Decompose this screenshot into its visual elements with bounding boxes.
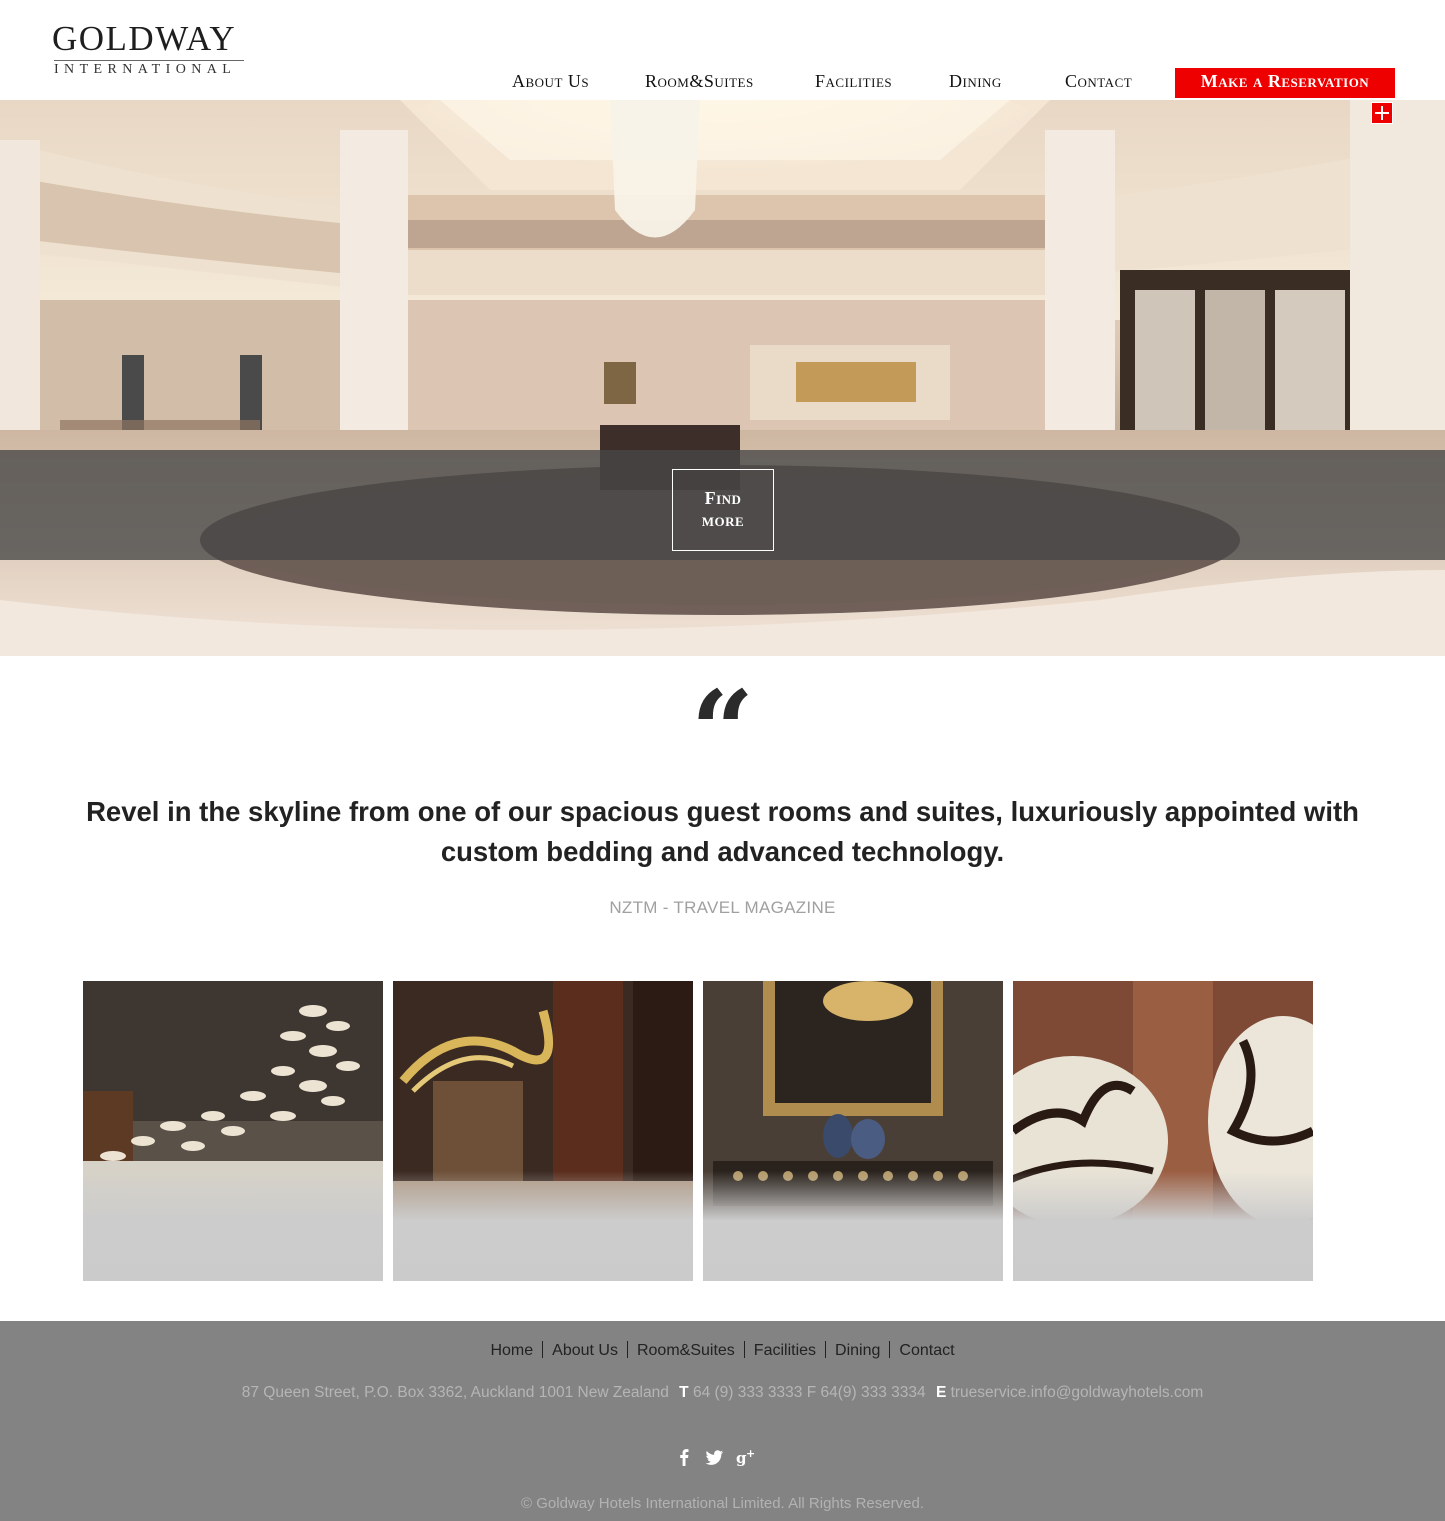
nav-rooms-suites[interactable]: Room&Suites bbox=[645, 68, 754, 98]
footer-link-rooms-suites[interactable]: Room&Suites bbox=[637, 1342, 735, 1359]
gallery-item-mirror-vases[interactable] bbox=[703, 981, 1003, 1281]
footer-link-about-us[interactable]: About Us bbox=[552, 1342, 618, 1359]
footer-divider bbox=[889, 1341, 891, 1358]
nav-about-us[interactable]: About Us bbox=[512, 68, 589, 98]
footer-divider bbox=[743, 1341, 745, 1358]
expand-plus-icon[interactable] bbox=[1371, 102, 1393, 124]
footer-nav: Home About Us Room&Suites Facilities Dining C… bbox=[0, 1341, 1445, 1360]
make-reservation-button[interactable]: Make a Reservation bbox=[1175, 68, 1395, 98]
footer-phone: 64 (9) 333 3333 F 64(9) 333 3334 bbox=[692, 1384, 926, 1401]
logo-divider bbox=[54, 60, 244, 61]
site-footer: Home About Us Room&Suites Facilities Dining C… bbox=[0, 1321, 1445, 1521]
svg-text:+: + bbox=[746, 1447, 755, 1460]
phone-label: T bbox=[679, 1384, 689, 1401]
copyright-text: © Goldway Hotels International Limited. … bbox=[521, 1495, 924, 1512]
footer-divider bbox=[825, 1341, 827, 1358]
footer-contact-line: 87 Queen Street, P.O. Box 3362, Auckland… bbox=[0, 1384, 1445, 1402]
footer-link-facilities[interactable]: Facilities bbox=[754, 1342, 816, 1359]
footer-divider bbox=[542, 1341, 544, 1358]
find-more-button[interactable]: Find more bbox=[672, 469, 774, 551]
email-label: E bbox=[935, 1384, 947, 1401]
testimonial-source: NZTM - TRAVEL MAGAZINE bbox=[609, 898, 836, 917]
footer-link-home[interactable]: Home bbox=[490, 1342, 533, 1359]
gallery-item-lobby-chandelier[interactable] bbox=[83, 981, 383, 1281]
hero-banner: Find more bbox=[0, 100, 1445, 656]
gallery-fade bbox=[393, 1171, 693, 1281]
gallery-item-egg-sculptures[interactable] bbox=[1013, 981, 1313, 1281]
lobby-photo bbox=[0, 100, 1445, 656]
nav-contact[interactable]: Contact bbox=[1065, 68, 1132, 98]
quote-icon: “ bbox=[690, 666, 755, 795]
footer-link-dining[interactable]: Dining bbox=[835, 1342, 880, 1359]
nav-facilities[interactable]: Facilities bbox=[815, 68, 892, 98]
gallery-fade bbox=[83, 1171, 383, 1281]
gallery-fade bbox=[1013, 1171, 1313, 1281]
testimonial-quote: Revel in the skyline from one of our spa… bbox=[86, 796, 1359, 867]
gallery-item-golden-sculpture[interactable] bbox=[393, 981, 693, 1281]
twitter-icon[interactable] bbox=[703, 1446, 725, 1468]
footer-divider bbox=[626, 1341, 628, 1358]
facebook-icon[interactable] bbox=[673, 1446, 695, 1468]
google-plus-icon[interactable]: g + bbox=[735, 1446, 757, 1468]
gallery-fade bbox=[703, 1171, 1003, 1281]
nav-dining[interactable]: Dining bbox=[949, 68, 1002, 98]
find-more-line1: Find bbox=[704, 488, 742, 508]
footer-link-contact[interactable]: Contact bbox=[899, 1342, 954, 1359]
find-more-line2: more bbox=[701, 510, 745, 530]
footer-email[interactable]: trueservice.info@goldwayhotels.com bbox=[951, 1384, 1204, 1401]
logo-wordmark: GOLDWAY bbox=[52, 19, 237, 58]
footer-address: 87 Queen Street, P.O. Box 3362, Auckland… bbox=[241, 1384, 669, 1401]
